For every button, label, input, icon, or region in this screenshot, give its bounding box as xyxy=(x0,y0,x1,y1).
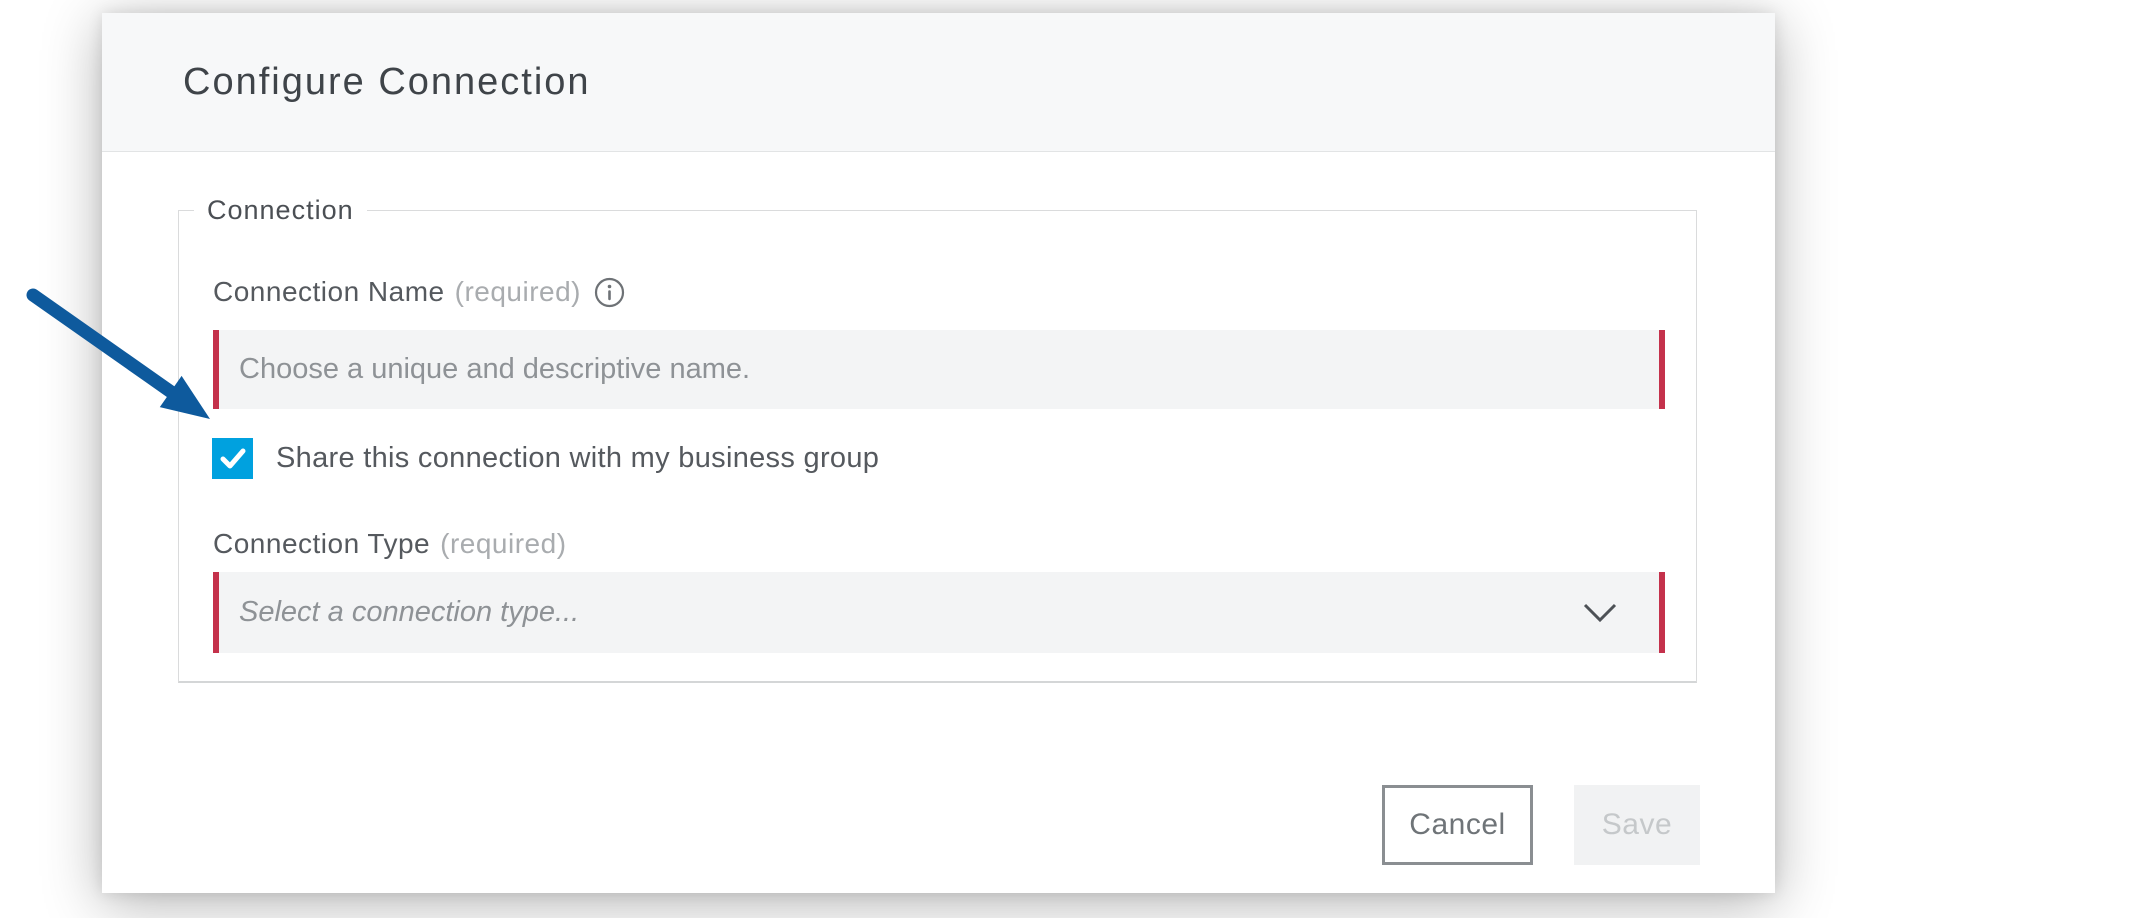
dialog-title: Configure Connection xyxy=(183,61,591,104)
connection-type-label: Connection Type xyxy=(213,528,430,560)
page-background: Configure Connection Connection Connecti… xyxy=(0,0,2144,918)
cancel-button[interactable]: Cancel xyxy=(1382,785,1533,865)
connection-name-label-row: Connection Name (required) xyxy=(213,276,625,308)
share-connection-checkbox-row[interactable]: Share this connection with my business g… xyxy=(212,438,879,479)
connection-type-label-row: Connection Type (required) xyxy=(213,528,567,560)
connection-name-label: Connection Name xyxy=(213,276,445,308)
check-icon xyxy=(216,442,249,475)
share-checkbox[interactable] xyxy=(212,438,253,479)
info-circle-icon[interactable] xyxy=(594,277,625,308)
connection-type-required-hint: (required) xyxy=(440,528,566,560)
chevron-down-icon xyxy=(1583,603,1617,623)
connection-name-input[interactable] xyxy=(213,330,1665,409)
dialog-header: Configure Connection xyxy=(102,13,1775,152)
share-checkbox-label: Share this connection with my business g… xyxy=(276,442,879,475)
connection-fieldset-legend: Connection xyxy=(194,195,367,226)
configure-connection-dialog: Configure Connection Connection Connecti… xyxy=(102,13,1775,893)
connection-name-required-hint: (required) xyxy=(455,276,581,308)
save-button[interactable]: Save xyxy=(1574,785,1700,865)
connection-type-placeholder: Select a connection type... xyxy=(239,596,1583,629)
connection-type-select[interactable]: Select a connection type... xyxy=(213,572,1665,653)
connection-fieldset: Connection Connection Name (required) xyxy=(178,195,1697,683)
